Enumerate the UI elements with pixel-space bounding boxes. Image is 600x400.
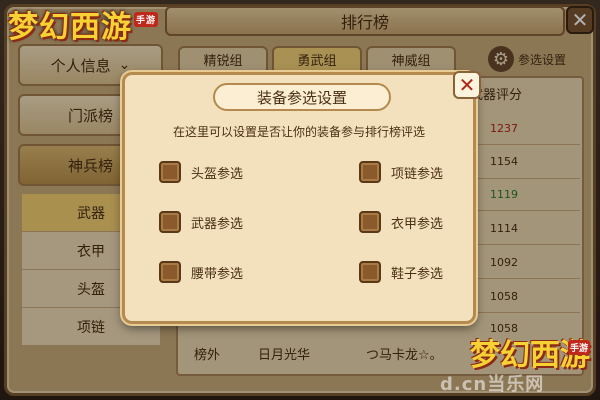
option-weapon[interactable]: 武器参选 bbox=[159, 211, 243, 233]
option-belt[interactable]: 腰带参选 bbox=[159, 261, 243, 283]
option-necklace[interactable]: 项链参选 bbox=[359, 161, 443, 183]
checkbox[interactable] bbox=[159, 211, 181, 233]
logo-text: 梦幻西游 bbox=[8, 10, 132, 45]
option-label: 鞋子参选 bbox=[391, 266, 444, 282]
close-icon: ✕ bbox=[458, 73, 476, 97]
option-label: 衣甲参选 bbox=[391, 216, 444, 232]
option-label: 项链参选 bbox=[391, 166, 444, 182]
checkbox[interactable] bbox=[359, 261, 381, 283]
checkbox[interactable] bbox=[359, 211, 381, 233]
dialog-close-button[interactable]: ✕ bbox=[453, 71, 481, 99]
game-logo: 梦幻西游 手游 bbox=[8, 2, 158, 45]
dialog-description: 在这里可以设置是否让你的装备参与排行榜评选 bbox=[172, 125, 425, 139]
logo-tag: 手游 bbox=[133, 12, 158, 27]
option-label: 武器参选 bbox=[191, 216, 244, 232]
equipment-participation-dialog: 装备参选设置 ✕ 在这里可以设置是否让你的装备参与排行榜评选 头盔参选 项链参选… bbox=[122, 71, 481, 324]
option-label: 腰带参选 bbox=[191, 266, 244, 282]
logo-tag: 手游 bbox=[567, 340, 590, 355]
checkbox[interactable] bbox=[359, 161, 381, 183]
option-armor[interactable]: 衣甲参选 bbox=[359, 211, 443, 233]
checkbox[interactable] bbox=[159, 261, 181, 283]
option-label: 头盔参选 bbox=[191, 166, 244, 182]
option-shoes[interactable]: 鞋子参选 bbox=[359, 261, 443, 283]
option-helmet[interactable]: 头盔参选 bbox=[159, 161, 243, 183]
dialog-title: 装备参选设置 bbox=[213, 83, 391, 111]
site-watermark: d.cn当乐网 bbox=[440, 374, 545, 395]
checkbox[interactable] bbox=[159, 161, 181, 183]
